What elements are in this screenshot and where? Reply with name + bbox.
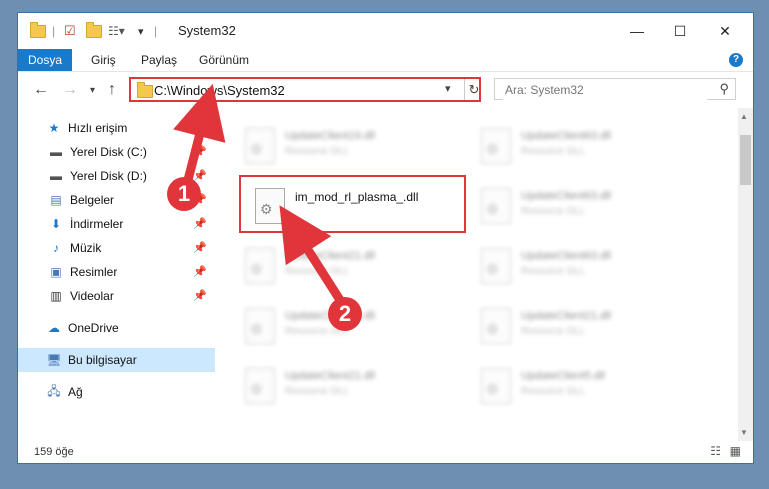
annotation-arrows <box>173 83 344 303</box>
step-badge-1: 1 <box>167 177 201 211</box>
arrow-2 <box>279 205 344 303</box>
step-badge-2: 2 <box>328 297 362 331</box>
arrow-1 <box>173 83 226 182</box>
